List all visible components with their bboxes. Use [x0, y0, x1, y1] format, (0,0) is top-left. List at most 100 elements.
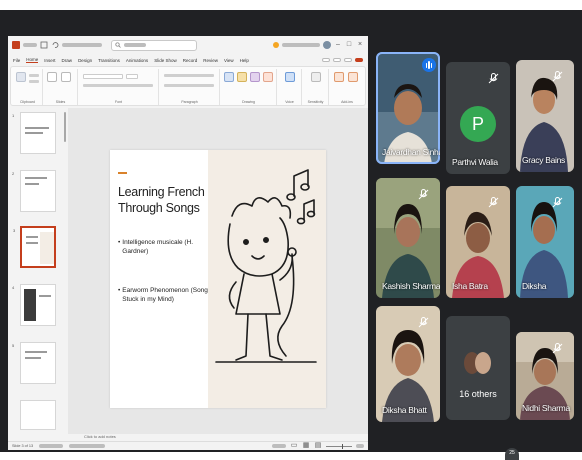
slide-thumbnail-selected[interactable]: 3 [13, 226, 56, 268]
shapes-icon[interactable] [224, 72, 234, 82]
quick-styles-icon[interactable] [250, 72, 260, 82]
menu-tab-record[interactable]: Record [183, 58, 198, 63]
ribbon-group-label: Voice [285, 100, 294, 104]
current-slide[interactable]: Learning French Through Songs • Intellig… [110, 150, 326, 408]
menu-tab-help[interactable]: Help [240, 58, 249, 63]
participant-name: Diksha [522, 281, 547, 291]
slide-thumbnail[interactable]: 1 [12, 112, 56, 154]
slide-thumbnail[interactable] [20, 400, 56, 430]
slide-bullet[interactable]: • Earworm Phenomenon (Song Stuck in my M… [118, 286, 210, 304]
accessibility-indicator[interactable] [69, 444, 106, 448]
ppt-status-bar: Slide 3 of 13 ▭ ▦ ▤ [8, 441, 368, 450]
menu-tab-draw[interactable]: Draw [62, 58, 73, 63]
account-avatar[interactable] [323, 41, 331, 49]
ribbon-group-clipboard: Clipboard [13, 69, 43, 105]
slide-canvas: Learning French Through Songs • Intellig… [68, 108, 368, 434]
copy-icon[interactable] [29, 80, 39, 83]
ribbon-group-add-ins: Add-ins [330, 69, 364, 105]
ppt-search-box[interactable] [111, 39, 197, 51]
layout-icon[interactable] [61, 72, 71, 82]
singing-child-illustration[interactable] [208, 150, 326, 408]
comments-button[interactable] [344, 58, 352, 62]
ppt-title-bar: – □ × [8, 36, 368, 54]
designer-icon[interactable] [348, 72, 358, 82]
notes-toggle[interactable] [272, 444, 286, 448]
present-in-teams-button[interactable] [333, 58, 341, 62]
slide-accent-bar [118, 172, 127, 174]
alignment-buttons[interactable] [164, 84, 214, 87]
search-placeholder [124, 43, 146, 47]
sensitivity-icon[interactable] [311, 72, 321, 82]
participant-tile[interactable]: Kashish Sharma [376, 178, 440, 298]
slide-number: 3 [13, 228, 16, 233]
shared-screen-powerpoint: – □ × File Home Insert Draw Design Transition… [8, 36, 368, 450]
arrange-icon[interactable] [237, 72, 247, 82]
mic-off-icon [488, 73, 499, 84]
zoom-slider[interactable] [326, 443, 352, 449]
slide-thumbnail[interactable]: 2 [12, 170, 56, 212]
participant-tile[interactable]: Diksha [516, 186, 574, 298]
undo-icon[interactable] [51, 41, 59, 49]
participant-tile[interactable]: Gracy Bains [516, 60, 574, 172]
dictate-icon[interactable] [285, 72, 295, 82]
bullet-text: Intelligence musicale (H. Gardner) [122, 239, 194, 255]
thumbnail-scrollbar[interactable] [64, 112, 66, 142]
ppt-ribbon: Clipboard Slides Font Paragraph Drawing … [10, 66, 366, 106]
participant-name: Parthvi Walia [452, 157, 498, 167]
slide-position: Slide 3 of 13 [12, 444, 34, 448]
ppt-menu-bar: File Home Insert Draw Design Transitions Anima… [8, 54, 368, 66]
floating-count-badge[interactable]: 25 [505, 448, 519, 460]
notes-placeholder[interactable]: Click to add notes [68, 434, 368, 440]
participant-name: Gracy Bains [522, 155, 565, 165]
participant-name: Isha Batra [452, 281, 488, 291]
ribbon-group-font: Font [79, 69, 159, 105]
others-tile[interactable]: 16 others [446, 316, 510, 420]
ribbon-group-label: Clipboard [20, 100, 35, 104]
minimize-icon[interactable]: – [334, 41, 342, 49]
menu-tab-home[interactable]: Home [26, 57, 39, 63]
participant-tile[interactable]: Nidhi Sharma [516, 332, 574, 420]
new-slide-icon[interactable] [47, 72, 57, 82]
slide-title[interactable]: Learning French Through Songs [118, 184, 210, 216]
ribbon-group-paragraph: Paragraph [160, 69, 220, 105]
autosave-toggle[interactable] [23, 43, 37, 47]
reading-view-icon[interactable]: ▤ [314, 442, 322, 450]
slide-bullet[interactable]: • Intelligence musicale (H. Gardner) [118, 238, 210, 256]
cut-icon[interactable] [29, 74, 39, 77]
menu-tab-file[interactable]: File [13, 58, 20, 63]
font-name-select[interactable] [83, 74, 123, 79]
maximize-icon[interactable]: □ [345, 41, 353, 49]
menu-tab-view[interactable]: View [224, 58, 234, 63]
language-indicator[interactable] [39, 444, 64, 448]
participant-tile[interactable]: Diksha Bhatt [376, 306, 440, 422]
slide-thumbnail[interactable]: 5 [12, 342, 56, 384]
slide-thumbnail[interactable]: 4 [12, 284, 56, 326]
record-button[interactable] [322, 58, 330, 62]
shape-fill-icon[interactable] [263, 72, 273, 82]
close-icon[interactable]: × [356, 41, 364, 49]
add-ins-icon[interactable] [334, 72, 344, 82]
list-buttons[interactable] [164, 74, 214, 77]
menu-tab-insert[interactable]: Insert [44, 58, 55, 63]
paste-icon[interactable] [16, 72, 26, 82]
ribbon-group-voice: Voice [278, 69, 302, 105]
ribbon-group-label: Slides [55, 100, 66, 104]
speaking-indicator-icon [422, 58, 436, 72]
menu-tab-design[interactable]: Design [78, 58, 92, 63]
normal-view-icon[interactable]: ▭ [290, 442, 298, 450]
participant-tile[interactable]: Isha Batra [446, 186, 510, 298]
menu-tab-transitions[interactable]: Transitions [98, 58, 120, 63]
font-size-select[interactable] [126, 74, 138, 79]
document-name [62, 43, 102, 47]
save-icon[interactable] [40, 41, 48, 49]
menu-tab-animations[interactable]: Animations [126, 58, 148, 63]
menu-tab-slide-show[interactable]: Slide Show [154, 58, 177, 63]
font-format-buttons[interactable] [83, 84, 153, 87]
share-button[interactable] [355, 58, 363, 62]
account-name [282, 43, 320, 47]
participant-tile[interactable]: P Parthvi Walia [446, 62, 510, 174]
menu-tab-review[interactable]: Review [203, 58, 218, 63]
bullet-dot: • [118, 287, 121, 294]
participant-tile[interactable]: Jaivardhan Sinha [376, 52, 440, 164]
slide-sorter-icon[interactable]: ▦ [302, 442, 310, 450]
